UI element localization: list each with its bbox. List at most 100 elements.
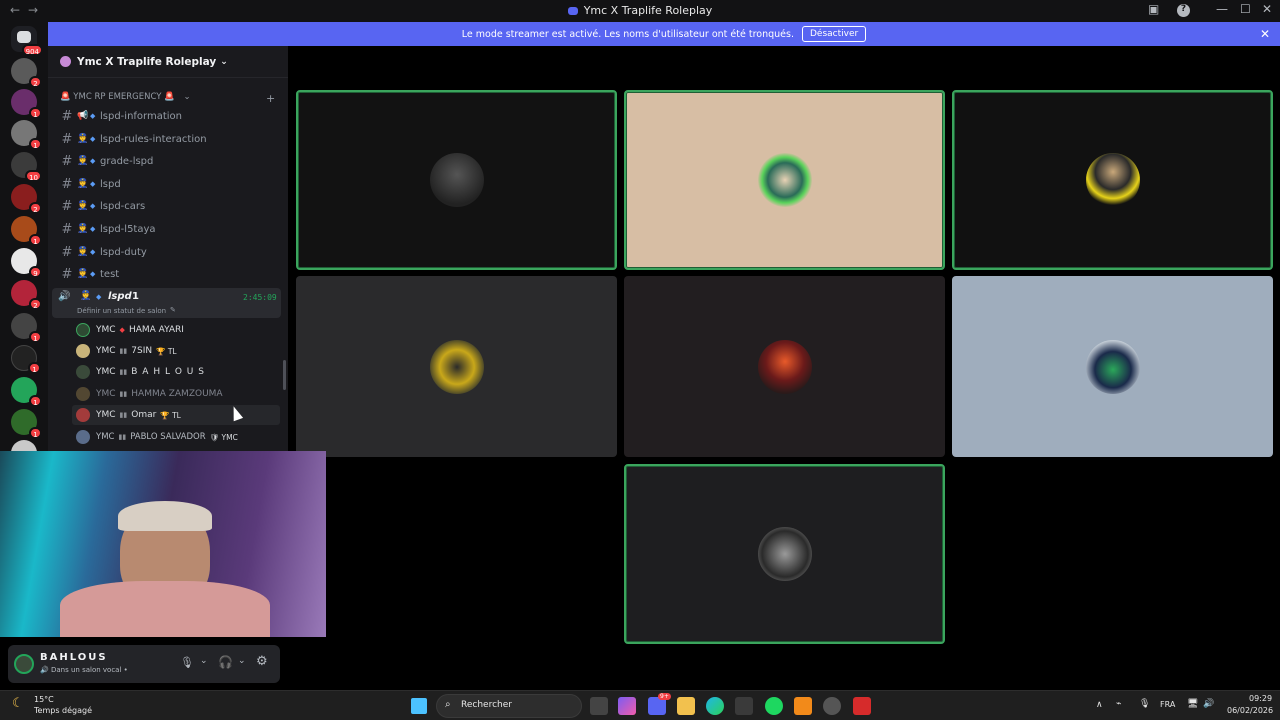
server-icon[interactable]: 1 <box>11 345 41 374</box>
diamond-icon: ◆ <box>90 248 96 256</box>
participant-tile[interactable] <box>296 276 617 457</box>
diamond-icon: ◆ <box>90 135 96 143</box>
channel-name: lspd-cars <box>100 200 146 212</box>
channel-item[interactable]: # 👮 ◆ lspd <box>58 174 282 194</box>
participant-tile[interactable] <box>624 90 945 270</box>
discord-taskbar-icon[interactable]: 9+ <box>648 693 671 715</box>
channel-item[interactable]: # 👮 ◆ lspd-cars <box>58 196 282 216</box>
server-icon[interactable]: 1 <box>11 216 42 246</box>
channel-item[interactable]: # 👮 ◆ grade-lspd <box>58 151 282 171</box>
member-prefix: YMC <box>96 346 116 356</box>
tray-expand-icon[interactable]: ∧ <box>1096 700 1103 710</box>
inbox-icon[interactable]: ▣ <box>1148 2 1159 16</box>
participant-tile[interactable] <box>952 276 1273 457</box>
voice-channel-lspd[interactable]: 🔊 👮 ◆ lspd 1 2:45:09 Définir un statut d… <box>52 288 281 318</box>
minimize-icon[interactable]: — <box>1216 2 1228 16</box>
tray-app-icon[interactable]: ⌁ <box>1116 699 1121 709</box>
taskbar-search[interactable]: ⌕ Rechercher <box>436 694 582 718</box>
channel-item[interactable]: # 📢 ◆ lspd-information <box>58 106 282 126</box>
server-icon[interactable]: 2 <box>11 184 42 214</box>
participant-tile[interactable] <box>952 90 1273 270</box>
channel-item[interactable]: # 👮 ◆ lspd-rules-interaction <box>58 129 282 149</box>
avatar <box>76 430 90 444</box>
officer-icon: 👮 <box>77 156 89 166</box>
app-icon[interactable] <box>794 697 812 715</box>
siren-icon: 🚨 <box>164 92 175 102</box>
voice-member[interactable]: YMC ▮▮ B A H L O U S <box>76 362 205 382</box>
language-indicator[interactable]: FRA <box>1160 700 1175 709</box>
headphones-icon[interactable]: 🎧 <box>218 655 233 669</box>
task-view-icon[interactable] <box>590 697 608 715</box>
server-icon[interactable]: 9 <box>11 248 42 278</box>
chevron-down-icon[interactable]: ⌄ <box>238 656 246 666</box>
category-header[interactable]: 🚨 YMC RP EMERGENCY 🚨 ⌄ + <box>60 92 275 105</box>
server-badge: 2 <box>29 298 42 310</box>
participant-avatar <box>429 339 484 394</box>
server-icon[interactable]: 1 <box>11 377 42 407</box>
server-icon[interactable]: 10 <box>11 152 42 182</box>
microphone-icon[interactable]: 🎙 <box>180 656 194 669</box>
participant-avatar <box>1085 153 1140 207</box>
clock-time[interactable]: 09:29 <box>1249 694 1272 703</box>
voice-channel-name: lspd <box>108 291 132 302</box>
chrome-icon[interactable] <box>823 697 841 715</box>
participant-tile[interactable] <box>624 276 945 457</box>
server-icon[interactable]: 2 <box>11 58 42 88</box>
channel-sidebar: Ymc X Traplife Roleplay ⌄ 👤 🚨 YMC RP EME… <box>48 46 328 455</box>
participant-avatar <box>429 153 484 207</box>
participant-tile[interactable] <box>296 90 617 270</box>
server-icon[interactable]: 1 <box>11 313 42 343</box>
channel-status-hint[interactable]: Définir un statut de salon <box>77 307 166 315</box>
server-badge: 2 <box>29 76 42 88</box>
add-channel-icon[interactable]: + <box>266 92 275 105</box>
server-icon[interactable]: 1 <box>11 120 42 150</box>
channel-item[interactable]: # 👮 ◆ test <box>58 264 282 284</box>
voice-member[interactable]: YMC ▮▮ Omar 🏆 TL <box>72 405 280 425</box>
spotify-icon[interactable] <box>765 697 783 715</box>
username: BAHLOUS <box>40 652 108 663</box>
file-explorer-icon[interactable] <box>677 697 695 715</box>
volume-icon[interactable]: 🔊 <box>1203 699 1214 709</box>
member-name: B A H L O U S <box>131 367 205 377</box>
member-prefix: YMC <box>96 389 116 399</box>
server-icon[interactable]: 2 <box>11 280 42 310</box>
window-title: Ymc X Traplife Roleplay <box>0 4 1280 17</box>
settings-gear-icon[interactable]: ⚙ <box>256 654 268 669</box>
user-avatar[interactable] <box>14 654 34 674</box>
mic-tray-icon[interactable]: 🎙 <box>1139 699 1150 709</box>
direct-messages-icon[interactable]: 904 <box>11 26 43 56</box>
copilot-icon[interactable] <box>618 697 636 715</box>
voice-member[interactable]: YMC ▮▮ 7SIN 🏆 TL <box>76 341 177 361</box>
app-icon[interactable] <box>853 697 871 715</box>
voice-member[interactable]: YMC ▮▮ PABLO SALVADOR 🛡 YMC <box>76 427 238 447</box>
avatar <box>76 365 90 379</box>
member-separator: ▮▮ <box>119 347 128 355</box>
channel-item[interactable]: # 👮 ◆ lspd-l5taya <box>58 219 282 239</box>
server-icon[interactable]: 1 <box>11 409 42 439</box>
disable-streamer-button[interactable]: Désactiver <box>801 26 867 42</box>
user-panel: BAHLOUS 🔊 Dans un salon vocal • 🎙 ⌄ 🎧 ⌄ … <box>8 645 280 683</box>
channel-item[interactable]: # 👮 ◆ lspd-duty <box>58 242 282 262</box>
officer-icon: 👮 <box>80 291 92 301</box>
member-prefix: YMC <box>96 325 116 335</box>
participant-tile[interactable] <box>624 464 945 644</box>
maximize-icon[interactable]: ☐ <box>1240 2 1251 16</box>
network-icon[interactable]: 🖥 <box>1187 699 1198 709</box>
help-icon[interactable]: ? <box>1177 4 1190 17</box>
store-icon[interactable] <box>735 697 753 715</box>
participant-avatar <box>1085 339 1140 394</box>
edge-icon[interactable] <box>706 697 724 715</box>
officer-icon: 👮 <box>77 247 89 257</box>
clock-date[interactable]: 06/02/2026 <box>1227 706 1273 715</box>
server-header[interactable]: Ymc X Traplife Roleplay ⌄ 👤 <box>48 46 328 78</box>
server-icon[interactable]: 1 <box>11 89 42 119</box>
close-window-icon[interactable]: ✕ <box>1262 2 1272 16</box>
pencil-icon[interactable]: ✎ <box>170 306 176 314</box>
voice-member[interactable]: YMC ▮▮ HAMMA ZAMZOUMA <box>76 384 223 404</box>
sidebar-scrollbar[interactable] <box>283 360 286 390</box>
chevron-down-icon[interactable]: ⌄ <box>200 656 208 666</box>
server-badge: 1 <box>29 107 42 119</box>
voice-member[interactable]: YMC ◆ HAMA AYARI <box>76 320 184 340</box>
windows-start-icon[interactable] <box>411 698 427 714</box>
close-banner-icon[interactable]: ✕ <box>1260 27 1270 41</box>
